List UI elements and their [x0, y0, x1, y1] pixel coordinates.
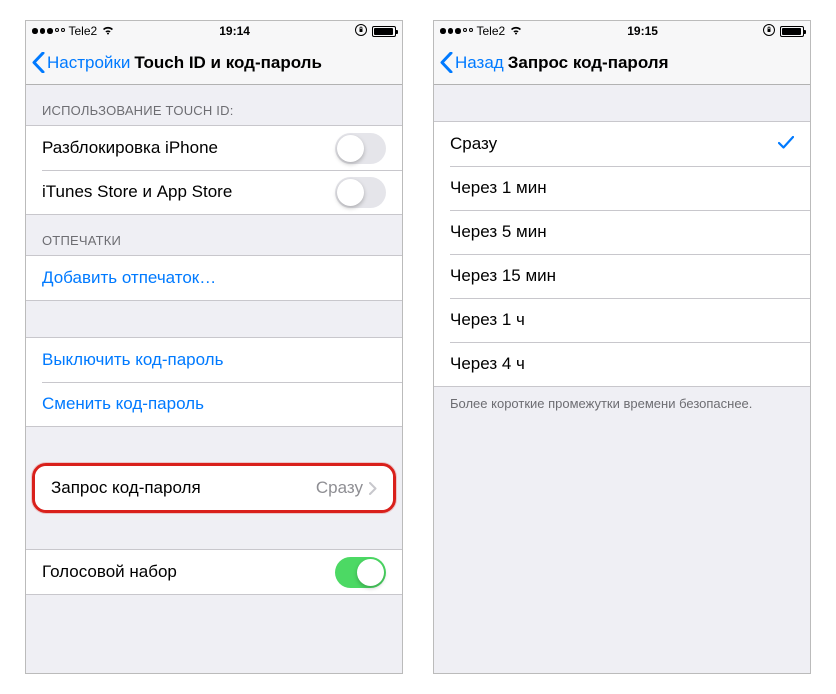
- row-detail: Сразу: [316, 478, 363, 498]
- back-button[interactable]: Настройки: [32, 52, 130, 73]
- row-change-passcode[interactable]: Сменить код-пароль: [26, 382, 402, 426]
- wifi-icon: [101, 24, 115, 38]
- section-header-fingerprints: ОТПЕЧАТКИ: [26, 215, 402, 255]
- row-label: Сразу: [450, 134, 778, 154]
- row-option[interactable]: Через 1 ч: [434, 298, 810, 342]
- group-voice-dial: Голосовой набор: [26, 549, 402, 595]
- carrier-label: Tele2: [477, 24, 506, 38]
- carrier-label: Tele2: [69, 24, 98, 38]
- row-itunes-store[interactable]: iTunes Store и App Store: [26, 170, 402, 214]
- switch-unlock-iphone[interactable]: [335, 133, 386, 164]
- battery-icon: [780, 26, 804, 37]
- nav-title: Touch ID и код-пароль: [134, 53, 322, 73]
- row-add-fingerprint[interactable]: Добавить отпечаток…: [26, 256, 402, 300]
- status-left: Tele2: [440, 24, 523, 38]
- signal-dots-icon: [32, 28, 65, 34]
- row-unlock-iphone[interactable]: Разблокировка iPhone: [26, 126, 402, 170]
- row-label: Через 5 мин: [450, 222, 794, 242]
- row-option[interactable]: Через 4 ч: [434, 342, 810, 386]
- row-label: Разблокировка iPhone: [42, 138, 335, 158]
- group-options: Сразу Через 1 мин Через 5 мин Через 15 мин Ч…: [434, 121, 810, 387]
- nav-bar: Назад Запрос код-пароля: [434, 41, 810, 85]
- battery-icon: [372, 26, 396, 37]
- row-option[interactable]: Сразу: [434, 122, 810, 166]
- checkmark-icon: [778, 134, 794, 154]
- status-right: [354, 23, 396, 40]
- back-label: Назад: [455, 53, 504, 73]
- row-label: Сменить код-пароль: [42, 394, 386, 414]
- status-right: [762, 23, 804, 40]
- status-time: 19:15: [627, 24, 658, 38]
- section-footer: Более короткие промежутки времени безопа…: [434, 387, 810, 427]
- signal-dots-icon: [440, 28, 473, 34]
- status-bar: Tele2 19:15: [434, 21, 810, 41]
- group-require-passcode: Запрос код-пароля Сразу: [35, 466, 393, 510]
- row-label: Запрос код-пароля: [51, 478, 316, 498]
- chevron-left-icon: [440, 52, 453, 73]
- phone-left: Tele2 19:14 Настройки Touch ID и код-пар…: [25, 20, 403, 674]
- highlight-require-passcode: Запрос код-пароля Сразу: [32, 463, 396, 513]
- phone-right: Tele2 19:15 Назад Запрос код-пароля Сраз…: [433, 20, 811, 674]
- back-button[interactable]: Назад: [440, 52, 504, 73]
- row-label: Выключить код-пароль: [42, 350, 386, 370]
- row-label: Через 1 ч: [450, 310, 794, 330]
- row-option[interactable]: Через 1 мин: [434, 166, 810, 210]
- row-label: Голосовой набор: [42, 562, 335, 582]
- group-passcode-actions: Выключить код-пароль Сменить код-пароль: [26, 337, 402, 427]
- row-voice-dial[interactable]: Голосовой набор: [26, 550, 402, 594]
- content: ИСПОЛЬЗОВАНИЕ TOUCH ID: Разблокировка iP…: [26, 85, 402, 673]
- back-label: Настройки: [47, 53, 130, 73]
- row-label: Через 1 мин: [450, 178, 794, 198]
- row-option[interactable]: Через 15 мин: [434, 254, 810, 298]
- status-time: 19:14: [219, 24, 250, 38]
- chevron-left-icon: [32, 52, 45, 73]
- rotation-lock-icon: [762, 23, 776, 40]
- chevron-right-icon: [369, 482, 377, 495]
- wifi-icon: [509, 24, 523, 38]
- group-fingerprints: Добавить отпечаток…: [26, 255, 402, 301]
- switch-voice-dial[interactable]: [335, 557, 386, 588]
- nav-bar: Настройки Touch ID и код-пароль: [26, 41, 402, 85]
- status-left: Tele2: [32, 24, 115, 38]
- row-label: Через 15 мин: [450, 266, 794, 286]
- row-disable-passcode[interactable]: Выключить код-пароль: [26, 338, 402, 382]
- row-label: iTunes Store и App Store: [42, 182, 335, 202]
- section-header-touchid: ИСПОЛЬЗОВАНИЕ TOUCH ID:: [26, 85, 402, 125]
- row-option[interactable]: Через 5 мин: [434, 210, 810, 254]
- nav-title: Запрос код-пароля: [508, 53, 669, 73]
- row-label: Добавить отпечаток…: [42, 268, 386, 288]
- row-label: Через 4 ч: [450, 354, 794, 374]
- content: Сразу Через 1 мин Через 5 мин Через 15 мин Ч…: [434, 85, 810, 673]
- row-require-passcode[interactable]: Запрос код-пароля Сразу: [35, 466, 393, 510]
- switch-itunes-store[interactable]: [335, 177, 386, 208]
- rotation-lock-icon: [354, 23, 368, 40]
- status-bar: Tele2 19:14: [26, 21, 402, 41]
- group-touchid: Разблокировка iPhone iTunes Store и App …: [26, 125, 402, 215]
